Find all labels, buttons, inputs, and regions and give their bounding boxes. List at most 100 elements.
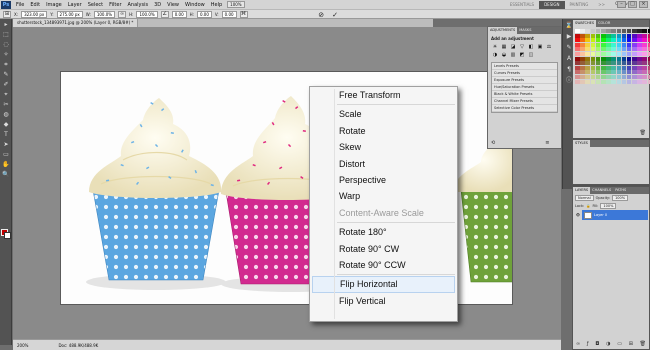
swatch[interactable] xyxy=(595,51,601,56)
layer-name[interactable]: Layer 0 xyxy=(594,210,607,220)
swatch[interactable] xyxy=(616,61,622,66)
swatch[interactable] xyxy=(626,61,632,66)
swatch[interactable] xyxy=(626,47,632,52)
swatch[interactable] xyxy=(606,61,611,66)
swatch[interactable] xyxy=(621,42,627,47)
swatch[interactable] xyxy=(626,42,632,47)
swatch[interactable] xyxy=(616,56,622,61)
swatch[interactable] xyxy=(600,79,606,84)
lock-icon[interactable]: 🔒 xyxy=(586,204,590,208)
swatch[interactable] xyxy=(616,51,622,56)
swatch[interactable] xyxy=(595,42,601,47)
swatch[interactable] xyxy=(606,65,611,70)
swatch[interactable] xyxy=(600,74,606,79)
swatch[interactable] xyxy=(575,70,580,75)
swatch[interactable] xyxy=(642,51,648,56)
swatch[interactable] xyxy=(595,56,601,61)
swatch[interactable] xyxy=(621,33,627,38)
swatch[interactable] xyxy=(611,61,616,66)
swatch[interactable] xyxy=(595,70,601,75)
swatch[interactable] xyxy=(637,70,642,75)
swatch[interactable] xyxy=(575,38,580,43)
swatch[interactable] xyxy=(575,51,580,56)
panel-menu-icon[interactable]: ≡ xyxy=(545,140,549,146)
swatch[interactable] xyxy=(575,74,580,79)
gradient-tool-icon[interactable]: ◍ xyxy=(1,110,11,119)
close-icon[interactable]: × xyxy=(639,1,648,8)
marquee-tool-icon[interactable]: ⬚ xyxy=(1,30,11,39)
preset-curves[interactable]: Curves Presets xyxy=(492,70,557,77)
zoom-level-select[interactable]: 100% xyxy=(227,1,245,8)
eye-icon[interactable]: 👁 xyxy=(574,210,582,220)
shape-tool-icon[interactable]: ▭ xyxy=(1,150,11,159)
swatch[interactable] xyxy=(580,61,585,66)
quick-select-tool-icon[interactable]: ✧ xyxy=(1,50,11,59)
document-tab[interactable]: shutterstock_134893971.jpg @ 200% (Layer… xyxy=(13,19,139,27)
tab-color[interactable]: COLOR xyxy=(596,20,612,27)
swatch[interactable] xyxy=(642,65,648,70)
swatch[interactable] xyxy=(580,38,585,43)
swatch[interactable] xyxy=(600,70,606,75)
swatch[interactable] xyxy=(606,74,611,79)
swatch[interactable] xyxy=(595,65,601,70)
swatch[interactable] xyxy=(632,79,637,84)
swatch[interactable] xyxy=(637,56,642,61)
blend-mode-select[interactable]: Normal xyxy=(575,195,594,201)
swatch[interactable] xyxy=(606,56,611,61)
swatch[interactable] xyxy=(626,29,632,33)
swatch[interactable] xyxy=(600,38,606,43)
hand-tool-icon[interactable]: ✋ xyxy=(1,160,11,169)
workspace-painting[interactable]: PAINTING xyxy=(565,2,594,7)
tab-adjustments[interactable]: ADJUSTMENTS xyxy=(488,27,518,34)
swatch[interactable] xyxy=(585,33,590,38)
swatch[interactable] xyxy=(642,38,648,43)
tab-styles[interactable]: STYLES xyxy=(573,140,590,147)
swatch[interactable] xyxy=(621,70,627,75)
swatch[interactable] xyxy=(600,42,606,47)
swatch[interactable] xyxy=(580,56,585,61)
swatch[interactable] xyxy=(575,47,580,52)
vibrance-icon[interactable]: ◧ xyxy=(527,44,535,51)
swatch[interactable] xyxy=(626,70,632,75)
swatch[interactable] xyxy=(600,61,606,66)
swatch[interactable] xyxy=(585,29,590,33)
workspace-more[interactable]: >> xyxy=(593,2,610,7)
swatch[interactable] xyxy=(580,47,585,52)
preset-hue-saturation[interactable]: Hue/Saturation Presets xyxy=(492,84,557,91)
clone-stamp-tool-icon[interactable]: ✐ xyxy=(1,80,11,89)
swatch[interactable] xyxy=(595,38,601,43)
swatch[interactable] xyxy=(637,79,642,84)
brightness-icon[interactable]: ☀ xyxy=(491,44,499,51)
swatch[interactable] xyxy=(575,79,580,84)
swatch[interactable] xyxy=(637,65,642,70)
swatch[interactable] xyxy=(585,47,590,52)
swatch[interactable] xyxy=(580,70,585,75)
swatch[interactable] xyxy=(611,42,616,47)
swatch[interactable] xyxy=(632,74,637,79)
menu-layer[interactable]: Layer xyxy=(65,2,85,8)
swatch[interactable] xyxy=(621,47,627,52)
swatch[interactable] xyxy=(606,33,611,38)
crop-tool-icon[interactable]: ⌗ xyxy=(1,60,11,69)
exposure-icon[interactable]: ▽ xyxy=(518,44,526,51)
swatch[interactable] xyxy=(590,70,596,75)
brush-tool-icon[interactable]: ✎ xyxy=(1,70,11,79)
swatch[interactable] xyxy=(590,33,596,38)
swatch[interactable] xyxy=(616,65,622,70)
y-field[interactable]: 275.00 px xyxy=(56,10,83,18)
swatch[interactable] xyxy=(606,38,611,43)
swatch[interactable] xyxy=(642,56,648,61)
opacity-field[interactable]: 100% xyxy=(612,195,629,201)
swatch[interactable] xyxy=(632,51,637,56)
swatch[interactable] xyxy=(637,29,642,33)
swatch[interactable] xyxy=(580,65,585,70)
reference-point-icon[interactable]: ⊞ xyxy=(3,10,11,18)
levels-icon[interactable]: ▦ xyxy=(500,44,508,51)
swatch[interactable] xyxy=(595,29,601,33)
folder-icon[interactable]: ▭ xyxy=(617,341,622,347)
swatch[interactable] xyxy=(616,33,622,38)
swatch[interactable] xyxy=(585,65,590,70)
menu-file[interactable]: File xyxy=(13,2,27,8)
warp-mode-icon[interactable]: ⌘ xyxy=(239,10,248,18)
swatch[interactable] xyxy=(590,47,596,52)
